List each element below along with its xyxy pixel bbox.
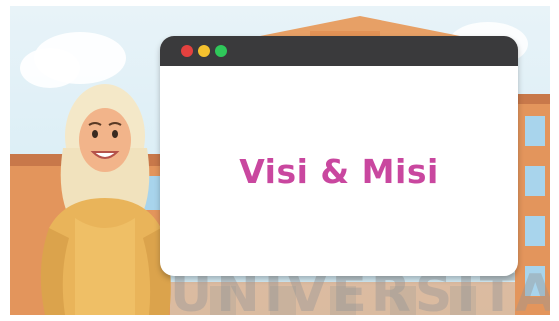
- close-dot-icon[interactable]: [181, 45, 193, 57]
- window-content: Visi & Misi: [160, 66, 518, 276]
- browser-window: Visi & Misi: [160, 36, 518, 276]
- minimize-dot-icon[interactable]: [198, 45, 210, 57]
- headline-text: Visi & Misi: [239, 151, 439, 191]
- window-titlebar: [160, 36, 518, 66]
- maximize-dot-icon[interactable]: [215, 45, 227, 57]
